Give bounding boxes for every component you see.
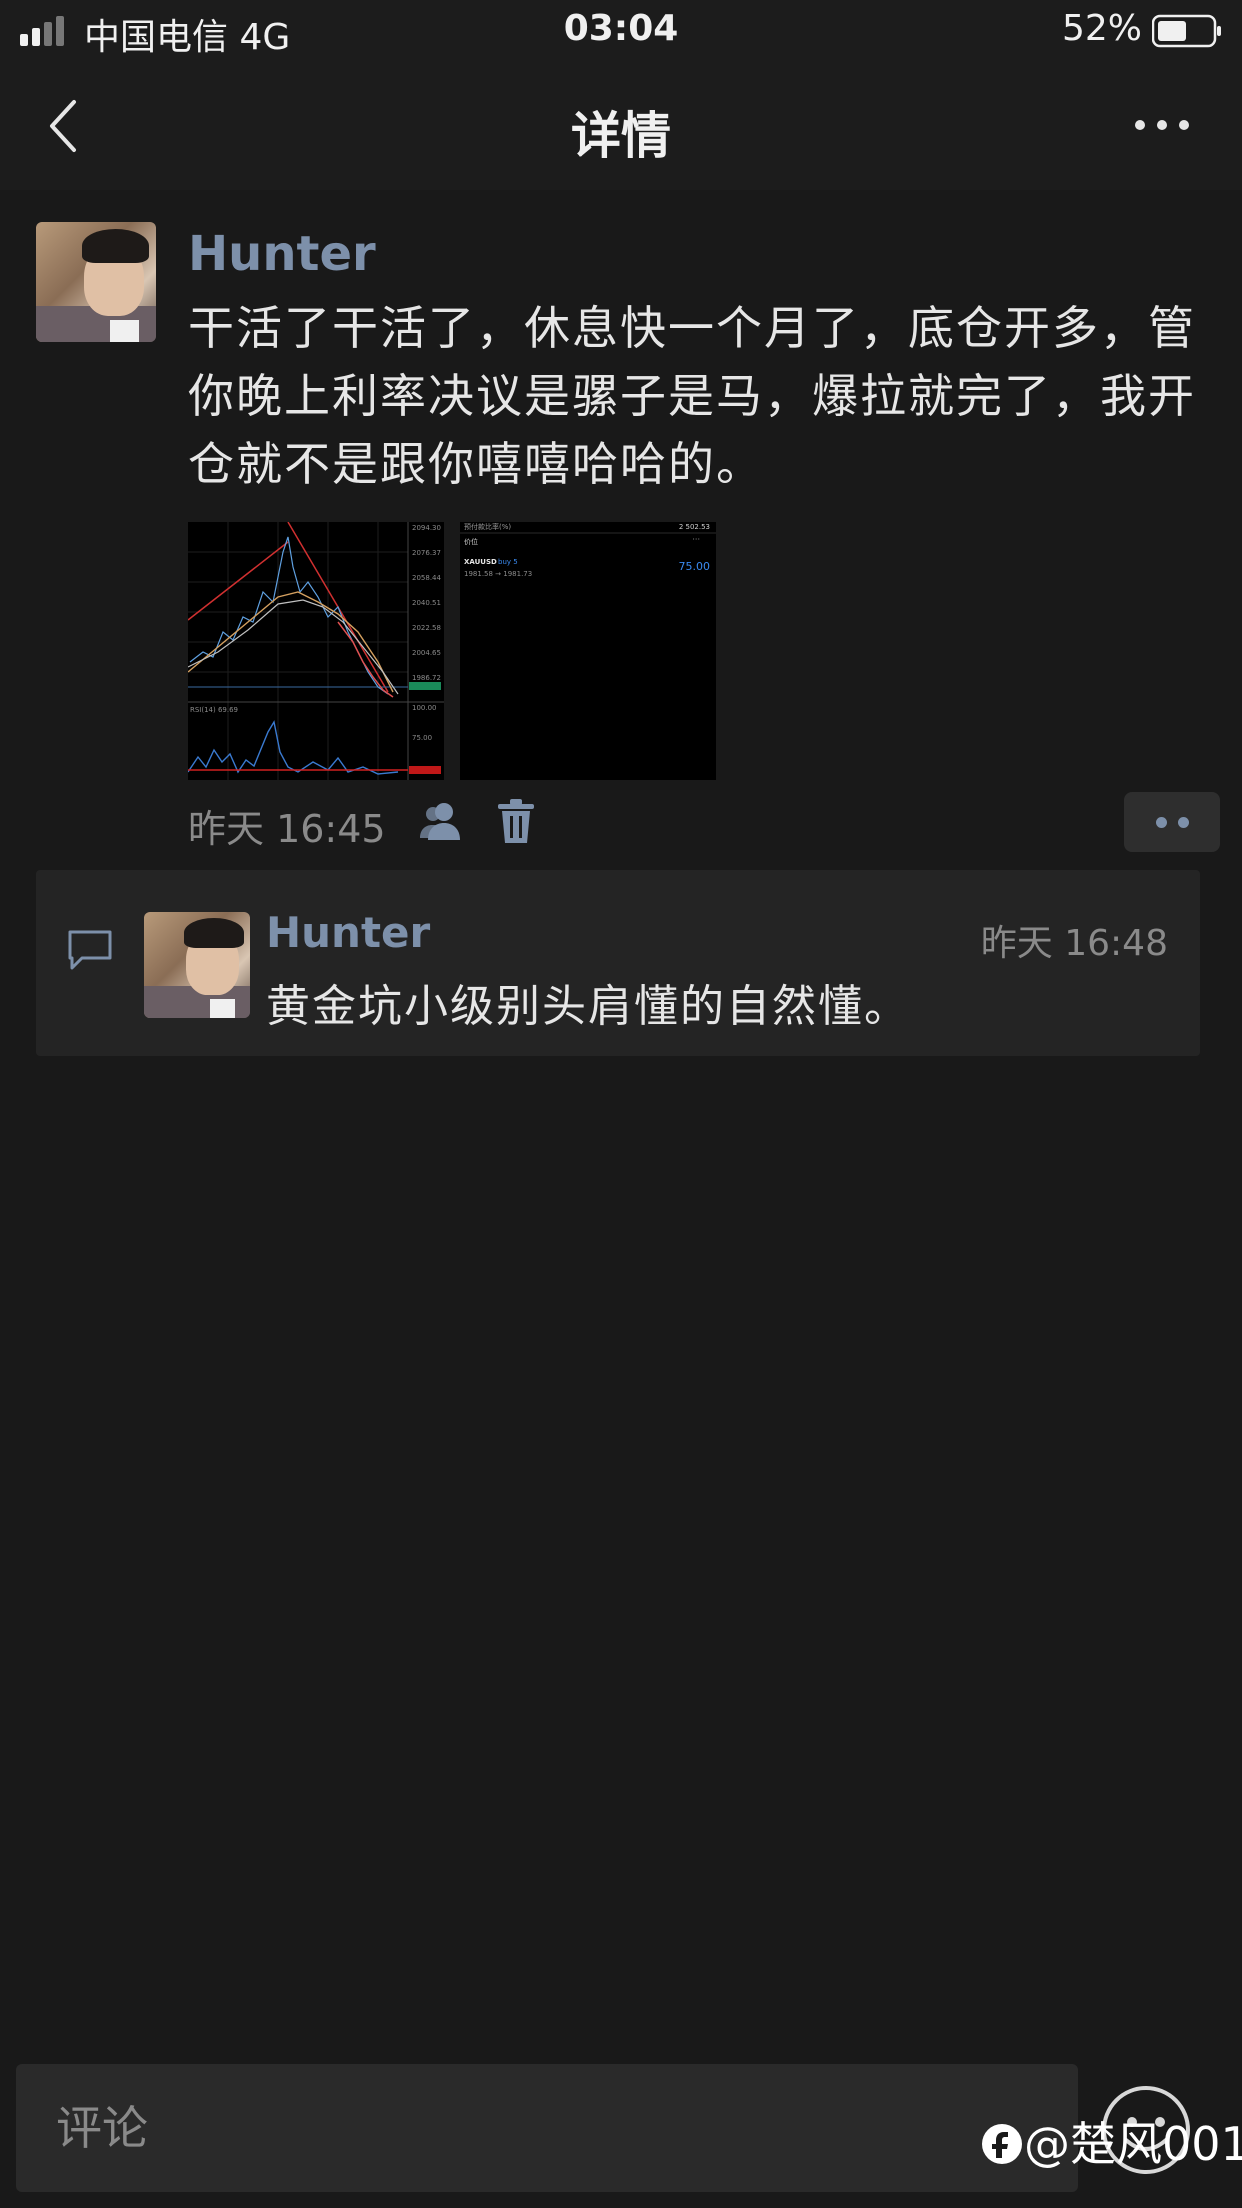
chart-price-label: 100.00	[412, 704, 437, 712]
battery-percent: 52%	[1061, 8, 1142, 49]
app-logo-icon	[982, 2124, 1022, 2164]
people-icon[interactable]	[418, 798, 464, 844]
page-title: 详情	[571, 107, 671, 165]
post-time: 昨天 16:45	[188, 807, 386, 851]
avatar[interactable]	[36, 222, 156, 342]
post-images: 2094.30 2076.37 2058.44 2040.51 2022.58 …	[188, 522, 728, 780]
chart-price-label: 2004.65	[412, 649, 441, 657]
post-meta: 昨天 16:45	[188, 792, 1220, 852]
status-time: 03:04	[563, 8, 679, 49]
chart-indicator-label: RSI(14) 69.69	[190, 706, 238, 714]
comment-text[interactable]: 黄金坑小级别头肩懂的自然懂。	[266, 970, 910, 1034]
ellipsis-icon[interactable]	[1132, 110, 1192, 140]
comment-input[interactable]: 评论	[16, 2064, 1078, 2192]
trade-header-value: 2 502.53	[679, 523, 710, 531]
trade-prices: 1981.58 → 1981.73	[464, 570, 532, 578]
avatar[interactable]	[144, 912, 250, 1018]
post-image-chart[interactable]: 2094.30 2076.37 2058.44 2040.51 2022.58 …	[188, 522, 444, 780]
battery-icon	[1152, 14, 1221, 48]
trade-symbol: XAUUSD	[464, 558, 497, 566]
watermark-text: @楚风001	[1024, 2117, 1242, 2171]
nav-bar: 详情	[0, 62, 1242, 190]
trade-side: buy 5	[498, 558, 518, 566]
svg-text:···: ···	[692, 535, 700, 544]
comment-author-name[interactable]: Hunter	[266, 908, 430, 957]
trade-header-label: 预付款比率(%)	[464, 522, 511, 531]
chart-price-label: 2022.58	[412, 624, 441, 632]
chart-price-label: 75.00	[412, 734, 432, 742]
trade-profit: 75.00	[679, 560, 711, 573]
comment-time: 昨天 16:48	[980, 923, 1168, 964]
chart-price-label: 2040.51	[412, 599, 441, 607]
chart-price-label: 2058.44	[412, 574, 441, 582]
trade-section-label: 价位	[464, 537, 478, 546]
comment-bubble-icon	[68, 930, 112, 970]
post-text: 干活了干活了，休息快一个月了，底仓开多，管你晚上利率决议是骡子是马，爆拉就完了，…	[188, 301, 1196, 491]
chart-price-label: 2094.30	[412, 524, 441, 532]
post-image-trades[interactable]: 预付款比率(%) 2 502.53 价位 ··· XAUUSD buy 5 19…	[460, 522, 716, 780]
watermark: @楚风001	[980, 2108, 1242, 2172]
post-author-name[interactable]: Hunter	[188, 226, 376, 282]
more-actions-button[interactable]	[1124, 792, 1220, 852]
comment-section: Hunter 昨天 16:48 黄金坑小级别头肩懂的自然懂。	[36, 870, 1200, 1056]
chart-price-label: 1986.72	[412, 674, 441, 682]
trash-icon[interactable]	[496, 798, 536, 844]
status-bar: 中国电信 4G 03:04 52%	[0, 0, 1242, 62]
chart-price-label: 2076.37	[412, 549, 441, 557]
